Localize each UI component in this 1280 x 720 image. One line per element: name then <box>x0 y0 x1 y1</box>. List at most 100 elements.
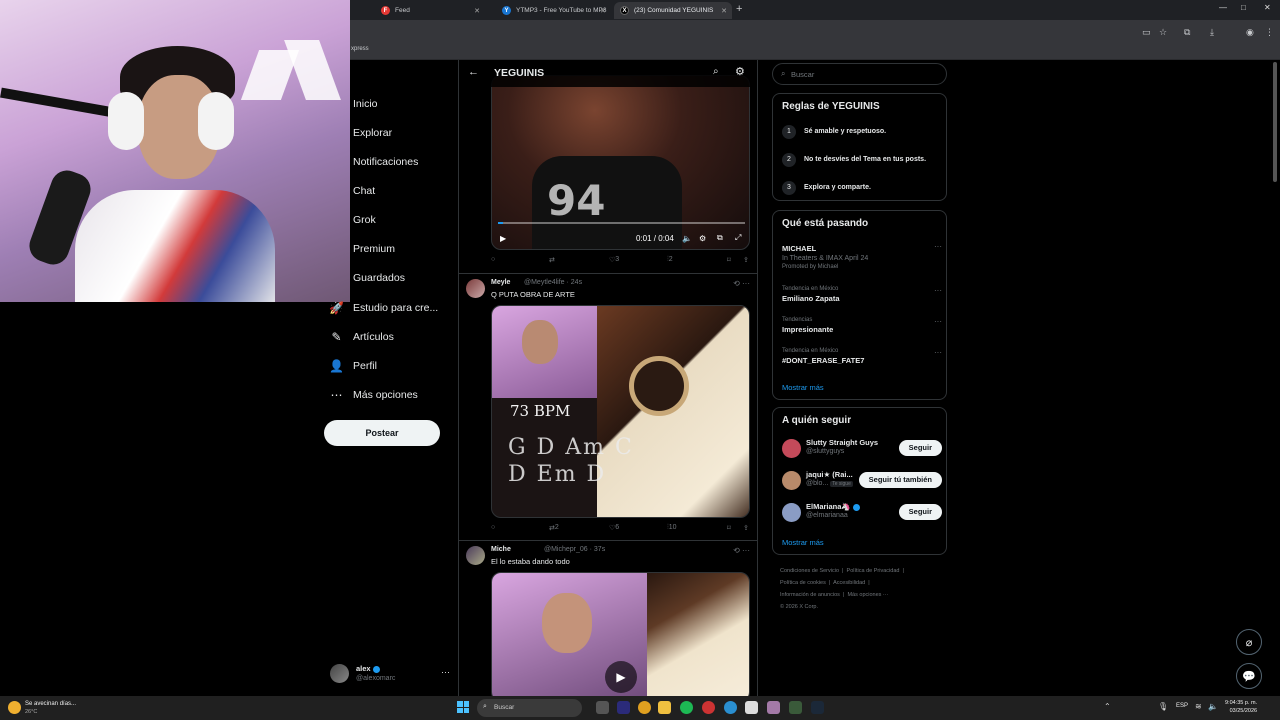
edge-icon[interactable] <box>724 701 737 714</box>
pip-icon[interactable]: ⧉ <box>717 233 723 243</box>
clock[interactable]: 9:04:35 p. m. 03/25/2026 <box>1225 699 1257 715</box>
close-window-button[interactable]: ✕ <box>1264 3 1271 12</box>
search-input[interactable]: ⌕ Buscar <box>772 63 947 85</box>
show-more-link[interactable]: Mostrar más <box>782 538 824 547</box>
messages-fab-button[interactable]: 💬 <box>1236 663 1262 689</box>
more-icon[interactable]: ··· <box>934 348 942 357</box>
nav-articulos[interactable]: ✎ Artículos <box>320 326 393 348</box>
views-button[interactable]: ⫶ 10 <box>667 524 677 532</box>
follow-button[interactable]: Seguir <box>898 504 942 520</box>
minimize-button[interactable]: — <box>1219 3 1227 12</box>
footer-links[interactable]: Condiciones de Servicio | Política de Pr… <box>780 565 948 613</box>
nav-estudio[interactable]: 🚀 Estudio para cre... <box>320 297 438 319</box>
chrome-icon[interactable] <box>638 701 651 714</box>
nav-explorar[interactable]: Explorar <box>320 122 392 144</box>
scrollbar[interactable] <box>1273 62 1277 182</box>
profile-icon[interactable]: ◉ <box>1246 27 1254 38</box>
menu-icon[interactable]: ⋮ <box>1265 27 1274 38</box>
trend-item[interactable]: Tendencia en México Emiliano Zapata ··· <box>782 286 942 303</box>
mic-icon[interactable]: 🎙 <box>1158 702 1168 711</box>
nav-inicio[interactable]: Inicio <box>320 93 378 115</box>
app-icon[interactable] <box>702 701 715 714</box>
nav-grok[interactable]: Grok <box>320 209 376 231</box>
play-icon[interactable]: ▶ <box>605 661 637 693</box>
download-icon[interactable]: ⤓ <box>1210 27 1214 38</box>
follow-back-button[interactable]: Seguir tú también <box>858 472 942 488</box>
share-icon[interactable]: ⇪ <box>743 524 749 532</box>
more-icon[interactable]: ··· <box>934 286 942 295</box>
bookmark-icon[interactable]: ⌑ <box>727 524 731 532</box>
spotify-icon[interactable] <box>680 701 693 714</box>
volume-icon[interactable]: 🔈 <box>1208 702 1218 711</box>
tab-feed[interactable]: F Feed ✕ <box>375 2 485 19</box>
nav-notificaciones[interactable]: Notificaciones <box>320 151 418 173</box>
fullscreen-icon[interactable]: ⤢ <box>735 233 741 243</box>
tweet-video[interactable]: 94 ▶ 0:01 / 0:04 🔈 ⚙ ⧉ ⤢ <box>491 75 750 250</box>
app-icon[interactable] <box>767 701 780 714</box>
reply-icon[interactable]: ○ <box>491 256 495 263</box>
back-arrow-icon[interactable]: ← <box>468 66 479 78</box>
store-icon[interactable] <box>745 701 758 714</box>
like-button[interactable]: ♡ 6 <box>609 524 619 532</box>
close-icon[interactable]: ✕ <box>721 7 727 15</box>
wifi-icon[interactable]: ≋ <box>1195 702 1202 711</box>
grok-fab-button[interactable]: ⌀ <box>1236 629 1262 655</box>
cast-icon[interactable]: ▭ <box>1142 27 1151 38</box>
start-button[interactable] <box>457 701 469 713</box>
post-button[interactable]: Postear <box>324 420 440 446</box>
tweet-image[interactable]: 73 BPM G D Am C D Em D <box>491 305 750 518</box>
nav-perfil[interactable]: 👤 Perfil <box>320 355 377 377</box>
app-icon[interactable] <box>617 701 630 714</box>
retweet-icon[interactable]: ⇄ <box>549 256 555 264</box>
avatar[interactable] <box>466 546 485 565</box>
settings-icon[interactable]: ⚙ <box>735 65 745 78</box>
app-icon[interactable] <box>789 701 802 714</box>
play-icon[interactable]: ▶ <box>500 234 506 243</box>
language-indicator[interactable]: ESP <box>1176 703 1188 709</box>
taskbar-search[interactable]: ⌕ Buscar <box>477 699 582 717</box>
tab-yeguinis[interactable]: X (23) Comunidad YEGUINIS ✕ <box>614 2 732 19</box>
views-button[interactable]: ⫶ 2 <box>667 256 673 264</box>
nav-chat[interactable]: Chat <box>320 180 375 202</box>
avatar[interactable] <box>466 279 485 298</box>
more-icon[interactable]: ⟲ ··· <box>733 546 750 555</box>
nav-guardados[interactable]: Guardados <box>320 267 405 289</box>
settings-icon[interactable]: ⚙ <box>699 234 706 243</box>
more-icon[interactable]: ··· <box>934 317 942 326</box>
retweet-button[interactable]: ⇄ 2 <box>549 524 559 532</box>
steam-icon[interactable] <box>811 701 824 714</box>
trend-item[interactable]: MICHAEL In Theaters & IMAX April 24 Prom… <box>782 242 942 270</box>
follow-button[interactable]: Seguir <box>898 440 942 456</box>
new-tab-button[interactable]: + <box>736 3 742 15</box>
search-icon[interactable]: ⌕ <box>713 66 719 77</box>
more-icon[interactable]: ··· <box>934 242 942 251</box>
close-icon[interactable]: ✕ <box>474 7 480 15</box>
show-more-link[interactable]: Mostrar más <box>782 383 824 392</box>
like-button[interactable]: ♡ 3 <box>609 256 619 264</box>
extensions-icon[interactable]: ⧉ <box>1184 27 1190 38</box>
tweet-author-name[interactable]: Miche <box>491 546 511 553</box>
trend-item[interactable]: Tendencia en México #DONT_ERASE_FATE7 ··… <box>782 348 942 365</box>
bookmark-icon[interactable]: ⌑ <box>727 256 731 264</box>
video-progress-bar[interactable] <box>498 222 745 224</box>
tweet-video[interactable]: ▶ <box>491 572 750 696</box>
close-icon[interactable]: ✕ <box>600 7 606 15</box>
more-icon[interactable]: ⟲ ··· <box>733 279 750 288</box>
follow-suggestion[interactable]: Slutty Straight Guys @sluttyguys Seguir <box>782 438 942 462</box>
share-icon[interactable]: ⇪ <box>743 256 749 264</box>
app-icon[interactable] <box>596 701 609 714</box>
star-icon[interactable]: ☆ <box>1159 27 1167 38</box>
folder-icon[interactable] <box>658 701 671 714</box>
bookmark-item[interactable]: xpress <box>351 46 369 52</box>
nav-mas-opciones[interactable]: ⋯ Más opciones <box>320 384 418 406</box>
volume-icon[interactable]: 🔈 <box>682 234 692 243</box>
tweet-author-name[interactable]: Meyle <box>491 279 510 286</box>
account-switcher[interactable]: alex @alexomarc ··· <box>330 662 450 688</box>
trend-item[interactable]: Tendencias Impresionante ··· <box>782 317 942 334</box>
reply-icon[interactable]: ○ <box>491 524 495 531</box>
chevron-up-icon[interactable]: ⌃ <box>1104 702 1111 711</box>
nav-premium[interactable]: Premium <box>320 238 395 260</box>
follow-suggestion[interactable]: ElMariana🦄 @elmarianaa Seguir <box>782 502 942 526</box>
follow-suggestion[interactable]: jaqui★ (Rai... @blo... Te sigue Seguir t… <box>782 470 942 494</box>
maximize-button[interactable]: □ <box>1241 3 1246 12</box>
